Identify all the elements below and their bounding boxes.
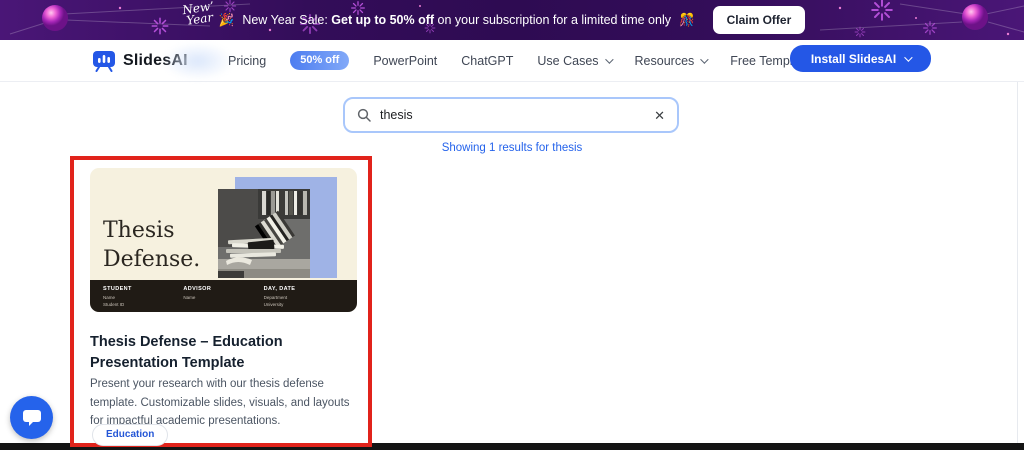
search-results-count: Showing 1 results for thesis <box>0 142 1024 154</box>
template-search-box: ✕ <box>343 97 679 133</box>
slide-footer-bar: STUDENT Name Student ID ADVISOR Name DAY… <box>90 280 357 312</box>
search-input[interactable] <box>380 108 645 122</box>
template-card-title[interactable]: Thesis Defense – Education Presentation … <box>90 332 366 374</box>
search-icon <box>357 108 371 122</box>
highlighted-template-card[interactable]: Thesis Defense. STUDENT Name Student ID … <box>70 156 372 447</box>
claim-offer-button[interactable]: Claim Offer <box>713 6 806 34</box>
clear-search-icon[interactable]: ✕ <box>654 109 665 122</box>
party-popper-icon: 🎉 <box>219 13 235 28</box>
category-tag-education[interactable]: Education <box>92 424 168 446</box>
chat-bubble-icon <box>22 409 42 427</box>
discount-badge[interactable]: 50% off <box>290 51 349 70</box>
slide-footer-date: DAY, DATE Department University <box>264 286 344 312</box>
promo-banner: New’ Year 🎉 New Year Sale: Get up to 50%… <box>0 0 1024 40</box>
nav-item-powerpoint[interactable]: PowerPoint <box>373 54 437 68</box>
nav-item-use-cases[interactable]: Use Cases <box>537 54 610 68</box>
nav-item-chatgpt[interactable]: ChatGPT <box>461 54 513 68</box>
slide-footer-advisor: ADVISOR Name <box>183 286 263 312</box>
slide-footer-student: STUDENT Name Student ID <box>103 286 183 312</box>
chat-widget-button[interactable] <box>10 396 53 439</box>
install-slidesai-button[interactable]: Install SlidesAI <box>790 45 931 72</box>
nav-item-resources[interactable]: Resources <box>635 54 707 68</box>
books-photo <box>218 189 310 278</box>
template-preview-thumbnail[interactable]: Thesis Defense. STUDENT Name Student ID … <box>90 168 357 312</box>
navbar: SlidesAI Pricing 50% off PowerPoint Chat… <box>0 40 1024 82</box>
nav-item-pricing[interactable]: Pricing <box>228 54 266 68</box>
chevron-down-icon <box>700 55 708 63</box>
template-card-description: Present your research with our thesis de… <box>90 375 360 431</box>
confetti-ball-icon: 🎊 <box>679 13 695 28</box>
banner-text: New Year Sale: Get up to 50% off on your… <box>242 13 671 27</box>
slide-title-text: Thesis Defense. <box>103 216 200 274</box>
chevron-down-icon <box>904 53 912 61</box>
chevron-down-icon <box>605 55 613 63</box>
page-right-divider <box>1017 40 1018 443</box>
new-year-script-decoration: New’ Year <box>175 0 224 28</box>
disco-ball-right <box>962 4 988 30</box>
slidesai-logo-icon <box>92 50 116 72</box>
disco-ball-left <box>42 5 68 31</box>
blurred-region <box>162 42 234 80</box>
